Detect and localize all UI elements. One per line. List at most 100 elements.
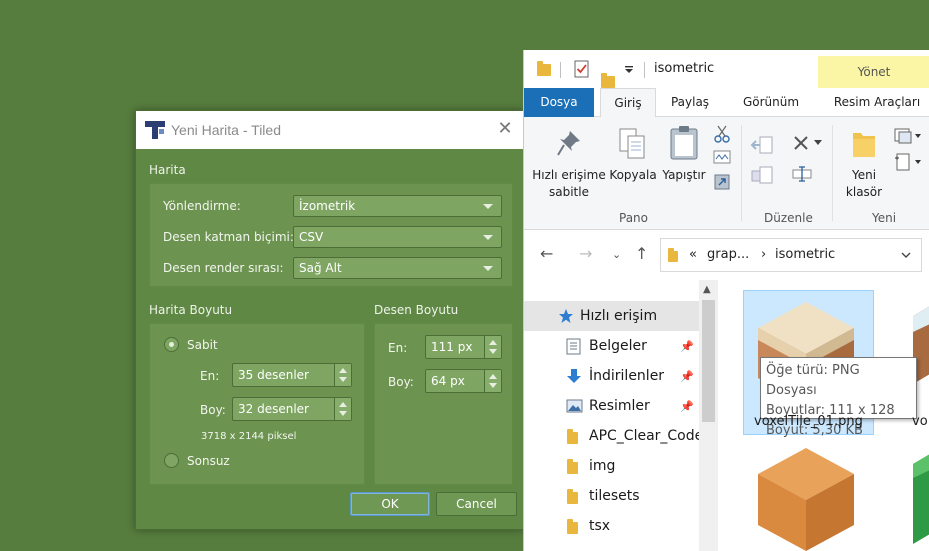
nav-item-tilesets[interactable]: tilesets <box>524 481 699 511</box>
cut-icon[interactable] <box>713 125 731 143</box>
folder-icon <box>668 248 678 262</box>
up-arrow-icon[interactable]: ↑ <box>635 244 648 263</box>
move-to-icon[interactable] <box>750 135 776 155</box>
nav-item-pictures[interactable]: Resimler 📌 <box>524 391 699 421</box>
arrow-up-icon[interactable] <box>339 368 347 373</box>
breadcrumb-overflow[interactable]: « <box>689 247 697 262</box>
nav-item-img[interactable]: img <box>524 451 699 481</box>
tab-file[interactable]: Dosya <box>524 88 594 117</box>
tab-home[interactable]: Giriş <box>600 88 656 118</box>
nav-item-tsx[interactable]: tsx <box>524 511 699 541</box>
back-arrow-icon[interactable]: ← <box>540 244 553 263</box>
manage-tab[interactable]: Yönet <box>818 56 929 88</box>
tile-width-spinbox[interactable]: 111 px <box>425 335 502 359</box>
nav-scrollbar[interactable]: ▲ <box>699 280 718 551</box>
rename-icon[interactable] <box>792 165 812 183</box>
width-spinbox[interactable]: 35 desenler <box>232 363 352 387</box>
copy-to-icon[interactable] <box>750 165 776 185</box>
copy-icon[interactable] <box>618 127 648 161</box>
pin-icon[interactable]: 📌 <box>680 400 694 413</box>
arrow-down-icon[interactable] <box>339 411 347 416</box>
new-folder-icon[interactable] <box>849 127 879 159</box>
tile-height-stepper[interactable] <box>484 370 501 392</box>
voxel-tile-thumbnail <box>758 448 854 551</box>
pin-icon[interactable] <box>556 129 582 157</box>
tab-picture-tools[interactable]: Resim Araçları <box>824 88 929 117</box>
width-stepper[interactable] <box>334 364 351 386</box>
map-group-label: Harita <box>149 163 186 177</box>
address-box[interactable]: « grap... › isometric <box>660 238 922 272</box>
breadcrumb-graphics[interactable]: grap... <box>707 247 749 262</box>
paste-icon[interactable] <box>669 125 699 161</box>
pin-label-line1: Hızlı erişime <box>532 168 606 182</box>
infinite-radio[interactable] <box>164 453 179 468</box>
properties-icon[interactable] <box>574 60 590 78</box>
new-folder-label-line2: klasör <box>845 185 883 199</box>
layer-format-label: Desen katman biçimi: <box>163 230 294 244</box>
render-order-value: Sağ Alt <box>299 261 342 275</box>
tab-view[interactable]: Görünüm <box>734 88 808 117</box>
nav-item-quick-access[interactable]: Hızlı erişim <box>524 301 699 331</box>
arrow-down-icon[interactable] <box>489 383 497 388</box>
file-name-label: voxelTile_01.png <box>754 414 863 429</box>
forward-arrow-icon[interactable]: → <box>579 244 592 263</box>
clipboard-group-label: Pano <box>619 211 648 225</box>
easy-access-icon[interactable] <box>894 152 922 172</box>
new-item-icon[interactable] <box>894 126 922 146</box>
star-icon <box>559 309 573 323</box>
cancel-button[interactable]: Cancel <box>436 492 517 516</box>
copy-path-icon[interactable] <box>713 150 731 164</box>
nav-item-label: img <box>589 458 616 474</box>
pin-icon[interactable]: 📌 <box>680 370 694 383</box>
close-icon[interactable]: ✕ <box>496 120 514 138</box>
chevron-down-icon <box>483 204 493 209</box>
new-map-dialog: Yeni Harita - Tiled ✕ Harita Yönlendirme… <box>135 110 525 530</box>
height-label: Boy: <box>200 403 226 417</box>
arrow-up-icon[interactable] <box>489 374 497 379</box>
chevron-down-icon <box>483 235 493 240</box>
tile-height-spinbox[interactable]: 64 px <box>425 369 502 393</box>
nav-item-label: İndirilenler <box>589 368 665 384</box>
ok-button[interactable]: OK <box>350 492 430 516</box>
chevron-down-icon[interactable] <box>901 252 911 259</box>
orientation-label: Yönlendirme: <box>163 199 241 213</box>
pin-icon[interactable]: 📌 <box>680 340 694 353</box>
nav-item-apc-clear-code[interactable]: APC_Clear_Code <box>524 421 703 451</box>
new-folder-button[interactable]: Yeni klasör <box>840 167 888 201</box>
customize-dropdown-icon[interactable] <box>624 65 634 75</box>
arrow-up-icon[interactable] <box>489 340 497 345</box>
separator <box>560 62 561 78</box>
nav-item-documents[interactable]: Belgeler 📌 <box>524 331 699 361</box>
height-spinbox[interactable]: 32 desenler <box>232 397 352 421</box>
layer-format-select[interactable]: CSV <box>293 226 502 248</box>
nav-item-downloads[interactable]: İndirilenler 📌 <box>524 361 699 391</box>
paste-shortcut-icon[interactable] <box>713 172 731 190</box>
arrow-down-icon[interactable] <box>489 349 497 354</box>
nav-item-label: Resimler <box>589 398 650 414</box>
copy-button[interactable]: Kopyala <box>606 167 660 184</box>
explorer-title-bar[interactable]: isometric Yönet <box>524 50 929 88</box>
tab-share[interactable]: Paylaş <box>662 88 718 117</box>
recent-chevron-icon[interactable]: ⌄ <box>612 248 621 261</box>
documents-icon <box>566 338 581 355</box>
chevron-down-icon[interactable] <box>814 140 822 146</box>
breadcrumb-isometric[interactable]: isometric <box>775 247 835 262</box>
fixed-radio[interactable] <box>164 337 179 352</box>
pin-button[interactable]: Hızlı erişime sabitle <box>530 167 608 201</box>
chevron-up-icon[interactable]: ▲ <box>703 284 711 295</box>
new-folder-icon[interactable] <box>601 73 615 88</box>
height-stepper[interactable] <box>334 398 351 420</box>
arrow-down-icon[interactable] <box>339 377 347 382</box>
nav-item-label: tsx <box>589 518 611 534</box>
dialog-title-bar[interactable]: Yeni Harita - Tiled ✕ <box>136 111 524 149</box>
arrow-up-icon[interactable] <box>339 402 347 407</box>
delete-icon[interactable] <box>792 134 810 152</box>
render-order-select[interactable]: Sağ Alt <box>293 257 502 279</box>
paste-button[interactable]: Yapıştır <box>658 167 710 184</box>
new-folder-label-line1: Yeni <box>851 168 877 182</box>
nav-item-label: APC_Clear_Code <box>589 428 704 444</box>
tile-width-stepper[interactable] <box>484 336 501 358</box>
scrollbar-thumb[interactable] <box>702 300 715 422</box>
pixel-size-text: 3718 x 2144 piksel <box>201 431 297 442</box>
orientation-select[interactable]: İzometrik <box>293 195 502 217</box>
